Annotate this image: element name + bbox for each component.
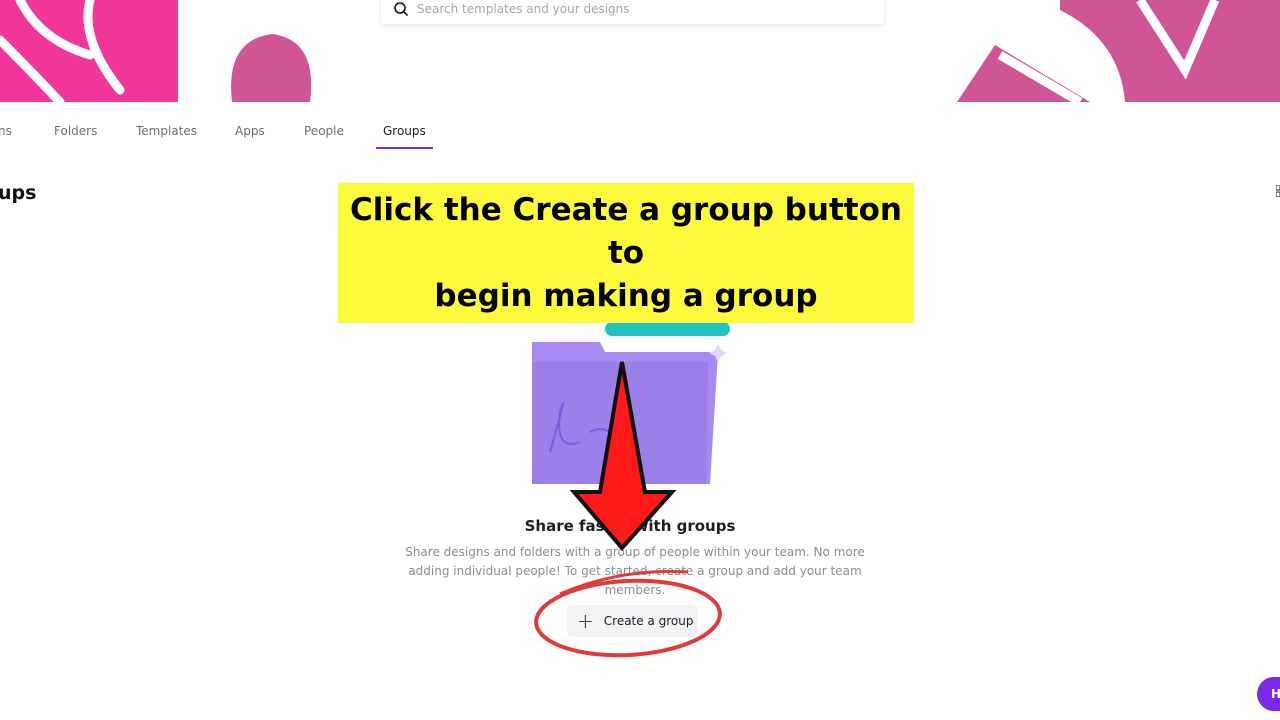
callout-line-1: Click the Create a group button to (350, 191, 902, 271)
tab-people[interactable]: People (304, 124, 344, 138)
search-icon (394, 2, 409, 17)
tab-designs[interactable]: ns (0, 124, 12, 138)
grid-view-icon[interactable] (1276, 185, 1280, 197)
empty-state-title: Share faster with groups (524, 517, 736, 535)
tab-templates[interactable]: Templates (136, 124, 197, 138)
empty-state-description: Share designs and folders with a group o… (405, 545, 865, 597)
folder-illustration (532, 322, 730, 484)
callout-line-2: begin making a group (434, 277, 818, 314)
plus-icon: + (577, 609, 594, 633)
instruction-callout: Click the Create a group button to begin… (338, 183, 914, 323)
tab-groups[interactable]: Groups (376, 124, 433, 149)
create-group-label: Create a group (603, 614, 694, 628)
create-group-button[interactable]: + Create a group (567, 605, 698, 637)
search-placeholder: Search templates and your designs (417, 2, 630, 16)
help-button[interactable]: H (1257, 677, 1280, 711)
page-title: ups (0, 182, 37, 204)
search-bar[interactable]: Search templates and your designs (381, 0, 884, 24)
tab-folders[interactable]: Folders (54, 124, 97, 138)
tab-apps[interactable]: Apps (235, 124, 265, 138)
